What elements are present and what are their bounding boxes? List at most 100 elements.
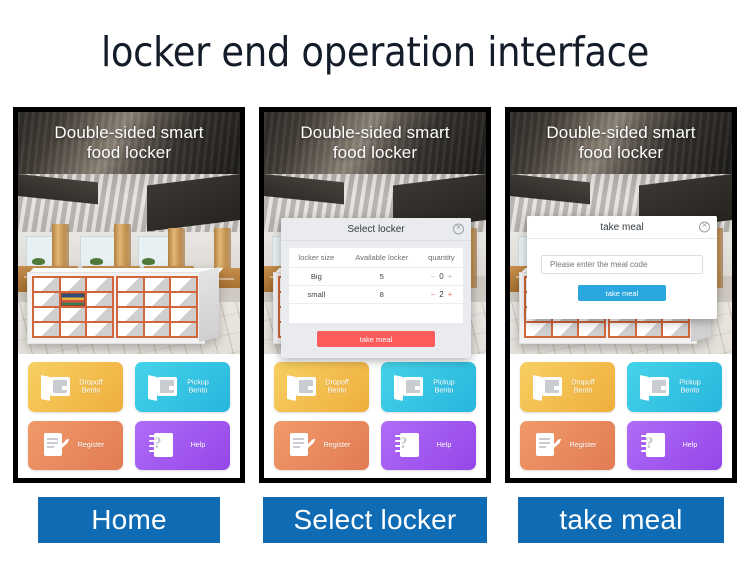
dialog-header: Select locker ✕ — [281, 218, 471, 241]
locker-side — [199, 267, 219, 342]
table-row: small 8 − 2 + — [289, 285, 463, 304]
tile-register[interactable]: Register — [28, 420, 123, 470]
tile-label: Dropoff Bento — [571, 377, 595, 395]
meal-code-input[interactable] — [541, 255, 703, 274]
tile-label: Pickup Bento — [433, 377, 455, 395]
plant — [32, 258, 45, 265]
tile-label: Help — [682, 440, 698, 450]
tile-label: Help — [175, 440, 221, 450]
stepper-minus[interactable]: − — [431, 272, 436, 281]
close-circle-icon[interactable]: ✕ — [699, 221, 710, 233]
select-locker-dialog: Select locker ✕ locker size Available lo… — [281, 218, 471, 358]
locker-open-door-icon — [148, 374, 178, 401]
book-question-icon: ? — [394, 432, 424, 458]
locker-door-grid-right — [116, 276, 198, 338]
tile-label: Pickup Bento — [175, 378, 221, 395]
tile-pickup-bento[interactable]: Pickup Bento — [627, 362, 722, 412]
tile-label: Register — [569, 440, 597, 450]
cell-available: 5 — [343, 267, 420, 286]
document-pen-icon — [287, 432, 317, 458]
kiosk-screen: Double-sided smart food locker Dropoff B… — [510, 112, 732, 478]
kiosk-panel-select-locker: Double-sided smart food locker Dropoff B… — [259, 107, 491, 483]
caption-select-locker: Select locker — [263, 497, 487, 543]
take-meal-button[interactable]: take meal — [578, 285, 666, 301]
kiosk-header-title: Double-sided smart food locker — [510, 112, 732, 174]
panel-columns: Double-sided smart food locker Dropoff B… — [0, 107, 750, 567]
action-tiles: Dropoff Bento Pickup Bento Register ? He… — [264, 354, 486, 478]
locker-open-door-icon — [533, 374, 563, 401]
locker-table: locker size Available locker quantity Bi… — [289, 248, 463, 323]
book-question-icon: ? — [640, 432, 670, 458]
column-header-available-locker: Available locker — [343, 248, 420, 268]
cell-locker-size: Big — [289, 267, 344, 286]
tile-help[interactable]: ? Help — [627, 420, 722, 470]
kiosk-header-banner: Double-sided smart food locker — [18, 112, 240, 174]
tile-register[interactable]: Register — [520, 420, 615, 470]
action-tiles: Dropoff Bento Pickup Bento Register ? He… — [18, 354, 240, 478]
take-meal-dialog: take meal ✕ take meal — [527, 216, 717, 319]
tile-label: Dropoff Bento — [325, 377, 349, 395]
tile-label-line1: Register — [77, 440, 105, 450]
kiosk-header-title-line2: food locker — [578, 143, 664, 162]
table-header-row: locker size Available locker quantity — [289, 248, 463, 268]
locker-open-door-icon — [640, 374, 670, 401]
document-pen-icon — [41, 432, 71, 458]
kiosk-header-title-line1: Double-sided smart — [54, 123, 204, 142]
kiosk-screen: Double-sided smart food locker Dropoff B… — [264, 112, 486, 478]
tile-dropoff-bento[interactable]: Dropoff Bento — [28, 362, 123, 412]
panel-column-select-locker: Double-sided smart food locker Dropoff B… — [259, 107, 491, 543]
tile-dropoff-bento[interactable]: Dropoff Bento — [274, 362, 369, 412]
tile-pickup-bento[interactable]: Pickup Bento — [135, 362, 230, 412]
document-pen-icon — [533, 432, 563, 458]
page-title: locker end operation interface — [100, 28, 650, 76]
book-question-icon: ? — [148, 432, 178, 458]
kiosk-screen: Double-sided smart food locker Dropoff B… — [18, 112, 240, 478]
dialog-body: take meal — [527, 239, 717, 319]
tile-label: Dropoff Bento — [68, 378, 114, 395]
locker-open-door-icon — [394, 374, 424, 401]
dialog-header: take meal ✕ — [527, 216, 717, 239]
quantity-stepper[interactable]: − 0 + — [431, 272, 453, 281]
stepper-plus[interactable]: + — [448, 290, 453, 299]
locker-open-door-icon — [41, 374, 71, 401]
kiosk-header-title-line1: Double-sided smart — [546, 123, 696, 142]
tile-pickup-bento[interactable]: Pickup Bento — [381, 362, 476, 412]
cell-available: 8 — [343, 285, 420, 304]
kiosk-header-title-line2: food locker — [332, 143, 418, 162]
cell-quantity: − 2 + — [419, 285, 463, 304]
kiosk-header-banner: Double-sided smart food locker — [264, 112, 486, 174]
locker-touchscreen — [60, 293, 86, 306]
stepper-minus[interactable]: − — [431, 290, 436, 299]
tile-label-line2: Bento — [81, 385, 101, 395]
caption-take-meal: take meal — [518, 497, 724, 543]
tile-label-line2: Bento — [188, 385, 208, 395]
close-circle-icon[interactable]: ✕ — [453, 223, 464, 235]
column-header-locker-size: locker size — [289, 248, 344, 268]
stepper-plus[interactable]: + — [448, 272, 453, 281]
panel-column-home: Double-sided smart food locker Dropoff B… — [13, 107, 245, 543]
kiosk-header-title-line2: food locker — [86, 143, 172, 162]
tile-label: Help — [436, 440, 452, 450]
locker-door-grid-left — [32, 276, 114, 338]
dialog-title: Select locker — [347, 223, 405, 235]
locker-unit-illustration — [27, 267, 224, 344]
kiosk-header-banner: Double-sided smart food locker — [510, 112, 732, 174]
dialog-title: take meal — [600, 221, 644, 233]
cell-quantity: − 0 + — [419, 267, 463, 286]
locker-photo — [18, 174, 240, 356]
quantity-stepper[interactable]: − 2 + — [431, 290, 453, 299]
tile-dropoff-bento[interactable]: Dropoff Bento — [520, 362, 615, 412]
tile-label: Register — [323, 440, 351, 450]
tile-help[interactable]: ? Help — [381, 420, 476, 470]
tile-label: Pickup Bento — [679, 377, 701, 395]
tile-label-line1: Help — [190, 440, 206, 450]
tile-register[interactable]: Register — [274, 420, 369, 470]
kiosk-panel-home: Double-sided smart food locker Dropoff B… — [13, 107, 245, 483]
plant — [142, 258, 155, 265]
tile-help[interactable]: ? Help — [135, 420, 230, 470]
kiosk-header-title-line1: Double-sided smart — [300, 123, 450, 142]
dialog-body: locker size Available locker quantity Bi… — [281, 241, 471, 358]
panel-column-take-meal: Double-sided smart food locker Dropoff B… — [505, 107, 737, 543]
take-meal-button[interactable]: take meal — [317, 331, 435, 347]
table-row-empty — [289, 304, 463, 324]
